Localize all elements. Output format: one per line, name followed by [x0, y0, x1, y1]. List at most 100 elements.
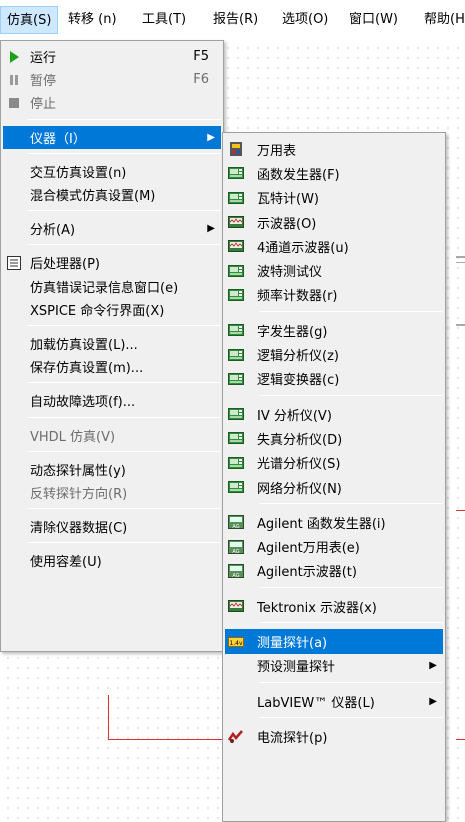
schematic-wire[interactable]: [108, 695, 109, 739]
simulate-menu-item-25[interactable]: 清除仪器数据(C): [3, 515, 221, 538]
instruments-menu-item-1[interactable]: 函数发生器(F): [225, 161, 443, 185]
simulate-menu-item-0[interactable]: 运行 F5: [3, 45, 221, 68]
simulate-menu-item-12[interactable]: 仿真错误记录信息窗口(e): [3, 275, 221, 298]
menu-tools[interactable]: 工具(T): [136, 6, 192, 34]
instruments-menu-item-12[interactable]: IV 分析仪(V): [225, 402, 443, 426]
instruments-menu-item-23[interactable]: 1.4v 测量探针(a): [225, 629, 443, 654]
agilent-function-generator-icon: AG: [228, 514, 244, 530]
submenu-arrow-icon: ▶: [429, 695, 437, 707]
simulate-menu-item-2: 停止: [3, 91, 221, 114]
instruments-menu-item-label: Agilent示波器(t): [257, 565, 357, 581]
instruments-menu-item-label: 4通道示波器(u): [257, 240, 349, 256]
postprocessor-icon: [6, 255, 22, 271]
instruments-menu-item-14[interactable]: 光谱分析仪(S): [225, 451, 443, 475]
simulate-menu-item-label: 仿真错误记录信息窗口(e): [30, 280, 179, 296]
simulate-menu-item-6[interactable]: 交互仿真设置(n): [3, 160, 221, 183]
menu-separator: [259, 395, 443, 396]
play-icon: [6, 49, 22, 65]
simulate-menu-item-7[interactable]: 混合模式仿真设置(M): [3, 183, 221, 206]
menu-separator: [259, 717, 443, 719]
instruments-menu-item-6[interactable]: 频率计数器(r): [225, 283, 443, 307]
menu-separator: [27, 152, 221, 154]
function-generator-icon: [228, 165, 244, 181]
network-analyzer-icon: [228, 479, 244, 495]
simulate-menu-item-label: 暂停: [30, 74, 57, 90]
simulate-menu-item-4[interactable]: 仪器（I） ▶: [3, 125, 221, 149]
simulate-menu-item-11[interactable]: 后处理器(P): [3, 251, 221, 274]
menu-separator: [259, 503, 443, 505]
svg-text:AG: AG: [232, 573, 239, 579]
simulate-menu-item-label: 使用容差(U): [30, 555, 102, 571]
tektronix-oscilloscope-icon: [228, 598, 244, 614]
instruments-menu-item-label: 频率计数器(r): [257, 289, 338, 305]
simulate-menu-item-15[interactable]: 加载仿真设置(L)...: [3, 332, 221, 355]
simulate-menu-item-label: 停止: [30, 97, 57, 113]
instruments-menu-item-10[interactable]: 逻辑变换器(c): [225, 367, 443, 391]
instruments-menu-item-8[interactable]: 字发生器(g): [225, 318, 443, 342]
instruments-menu-item-9[interactable]: 逻辑分析仪(z): [225, 342, 443, 366]
instruments-menu-item-15[interactable]: 网络分析仪(N): [225, 475, 443, 499]
menu-separator: [259, 587, 443, 589]
instruments-menu-item-0[interactable]: 万用表: [225, 137, 443, 161]
menu-separator: [27, 450, 221, 452]
menu-separator: [27, 244, 221, 246]
simulate-menu-item-16[interactable]: 保存仿真设置(m)...: [3, 355, 221, 378]
instruments-menu-item-13[interactable]: 失真分析仪(D): [225, 426, 443, 450]
instruments-menu-item-5[interactable]: 波特测试仪: [225, 259, 443, 283]
iv-analyzer-icon: [228, 406, 244, 422]
svg-text:1.4v: 1.4v: [229, 640, 243, 647]
instruments-menu-item-label: 网络分析仪(N): [257, 481, 342, 497]
agilent-oscilloscope-icon: AG: [228, 563, 244, 579]
schematic-wire[interactable]: [108, 739, 230, 740]
simulate-menu-item-18[interactable]: 自动故障选项(f)...: [3, 389, 221, 412]
menu-help[interactable]: 帮助(H: [418, 6, 465, 34]
menu-separator: [27, 210, 221, 212]
menu-separator: [259, 682, 443, 683]
instruments-menu-item-label: 电流探针(p): [257, 730, 328, 746]
instruments-menu-item-28[interactable]: 电流探针(p): [225, 724, 443, 748]
instruments-menu-item-19[interactable]: AG Agilent示波器(t): [225, 559, 443, 583]
schematic-component-edge: [456, 256, 465, 258]
simulate-menu-item-9[interactable]: 分析(A) ▶: [3, 217, 221, 240]
simulate-menu-item-label: XSPICE 命令行界面(X): [30, 303, 165, 319]
instruments-menu-item-17[interactable]: AG Agilent 函数发生器(i): [225, 510, 443, 534]
simulate-menu-item-label: 清除仪器数据(C): [30, 521, 128, 537]
schematic-wire[interactable]: [456, 739, 465, 740]
menu-separator: [27, 325, 221, 326]
instruments-menu-item-3[interactable]: 示波器(O): [225, 210, 443, 234]
simulate-menu-item-label: 动态探针属性(y): [30, 463, 126, 479]
simulate-menu-item-23: 反转探针方向(R): [3, 481, 221, 504]
instruments-menu-item-label: 字发生器(g): [257, 324, 328, 340]
instruments-menu-item-24[interactable]: 预设测量探针 ▶: [225, 654, 443, 678]
wattmeter-icon: [228, 190, 244, 206]
instruments-menu-item-label: 预设测量探针: [257, 660, 336, 676]
simulate-dropdown-menu: 运行 F5 暂停 F6 停止仪器（I） ▶ 交互仿真设置(n) 混合模式仿真设置(M) 分析(A…: [0, 40, 224, 652]
instruments-menu-item-26[interactable]: LabVIEW™ 仪器(L) ▶: [225, 689, 443, 713]
instruments-menu-item-18[interactable]: AG Agilent万用表(e): [225, 535, 443, 559]
shortcut-label: F6: [193, 72, 209, 88]
instruments-menu-item-4[interactable]: 4通道示波器(u): [225, 234, 443, 258]
menu-options[interactable]: 选项(O): [276, 6, 334, 34]
instruments-menu-item-2[interactable]: 瓦特计(W): [225, 186, 443, 210]
schematic-wire[interactable]: [456, 510, 465, 511]
menu-transfer[interactable]: 转移 (n): [62, 6, 123, 34]
simulate-menu-item-label: 反转探针方向(R): [30, 487, 128, 503]
instruments-menu-item-label: IV 分析仪(V): [257, 408, 332, 424]
instruments-menu-item-21[interactable]: Tektronix 示波器(x): [225, 594, 443, 618]
instruments-menu-item-label: 瓦特计(W): [257, 192, 319, 208]
logic-converter-icon: [228, 371, 244, 387]
simulate-menu-item-22[interactable]: 动态探针属性(y): [3, 458, 221, 481]
menu-reports[interactable]: 报告(R): [207, 6, 264, 34]
shortcut-label: F5: [193, 49, 209, 65]
menu-window[interactable]: 窗口(W): [343, 6, 404, 34]
instruments-menu-item-label: Agilent万用表(e): [257, 541, 360, 557]
simulate-menu-item-27[interactable]: 使用容差(U): [3, 549, 221, 572]
submenu-arrow-icon: ▶: [207, 223, 215, 235]
instruments-menu-item-label: 波特测试仪: [257, 265, 323, 281]
frequency-counter-icon: [228, 287, 244, 303]
logic-analyzer-icon: [228, 347, 244, 363]
menu-simulate[interactable]: 仿真(S): [0, 6, 59, 34]
simulate-menu-item-13[interactable]: XSPICE 命令行界面(X): [3, 298, 221, 321]
distortion-analyzer-icon: [228, 430, 244, 446]
instruments-menu-item-label: 失真分析仪(D): [257, 432, 343, 448]
